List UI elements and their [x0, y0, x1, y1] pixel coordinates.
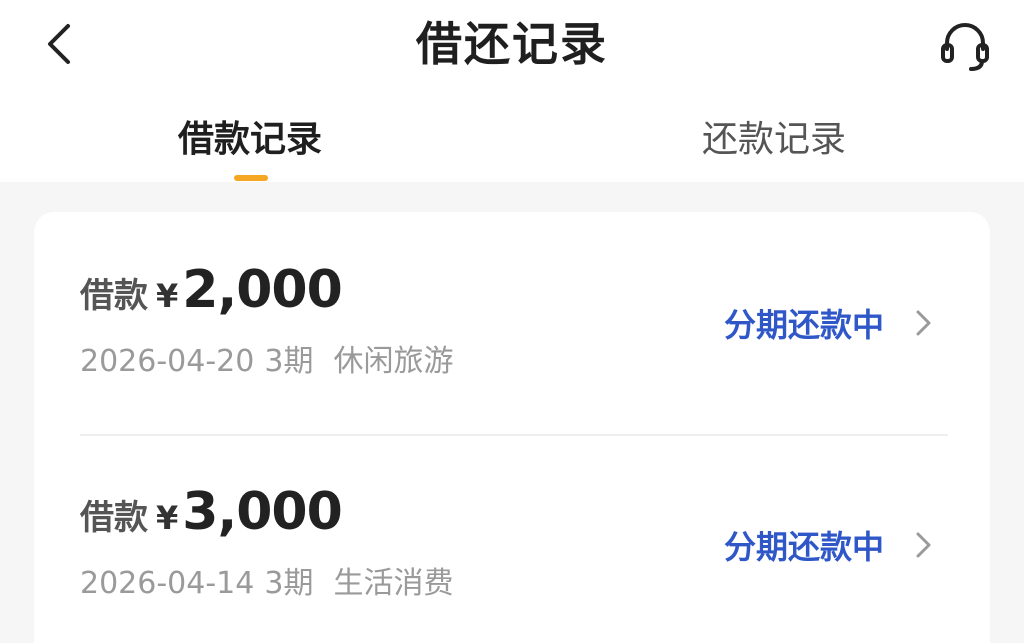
tab-repay-records[interactable]: 还款记录: [674, 114, 874, 174]
loan-record-item[interactable]: 借款 ¥ 2,000 2026-04-20 3期 休闲旅游 分期还款中: [34, 212, 990, 432]
amount-label: 借款: [80, 276, 148, 316]
amount-row: 借款 ¥ 2,000: [80, 260, 343, 324]
loan-date: 2026-04-20: [80, 344, 255, 379]
currency-symbol: ¥: [156, 499, 179, 537]
amount-row: 借款 ¥ 3,000: [80, 482, 343, 546]
chevron-right-icon: [916, 532, 931, 558]
records-card: 借款 ¥ 2,000 2026-04-20 3期 休闲旅游 分期还款中 借款 ¥ 3…: [34, 212, 990, 643]
loan-record-item[interactable]: 借款 ¥ 3,000 2026-04-14 3期 生活消费 分期还款中: [34, 434, 990, 643]
back-button[interactable]: [30, 14, 90, 74]
loan-date: 2026-04-14: [80, 566, 255, 601]
chevron-left-icon: [48, 24, 70, 64]
loan-term: 3期: [264, 344, 314, 379]
status-badge: 分期还款中: [724, 306, 885, 344]
chevron-right-icon: [916, 310, 931, 336]
loan-purpose: 休闲旅游: [333, 344, 454, 379]
tab-borrow-records[interactable]: 借款记录: [150, 114, 350, 174]
record-meta: 2026-04-20 3期 休闲旅游: [80, 336, 463, 380]
loan-amount: 3,000: [182, 482, 342, 542]
headset-icon: [941, 23, 989, 71]
status-badge: 分期还款中: [724, 528, 885, 566]
record-meta: 2026-04-14 3期 生活消费: [80, 558, 463, 602]
loan-records-page: 借还记录 借款记录 还款记录 借款 ¥ 2,000 2026-04-20 3期 休闲…: [0, 0, 1024, 643]
currency-symbol: ¥: [156, 277, 179, 315]
loan-term: 3期: [264, 566, 314, 601]
amount-label: 借款: [80, 498, 148, 538]
page-title: 借还记录: [416, 17, 608, 71]
loan-purpose: 生活消费: [333, 566, 454, 601]
customer-service-button[interactable]: [930, 12, 1000, 78]
active-tab-indicator: [234, 175, 268, 181]
header: 借还记录 借款记录 还款记录: [0, 0, 1024, 182]
loan-amount: 2,000: [182, 260, 342, 320]
